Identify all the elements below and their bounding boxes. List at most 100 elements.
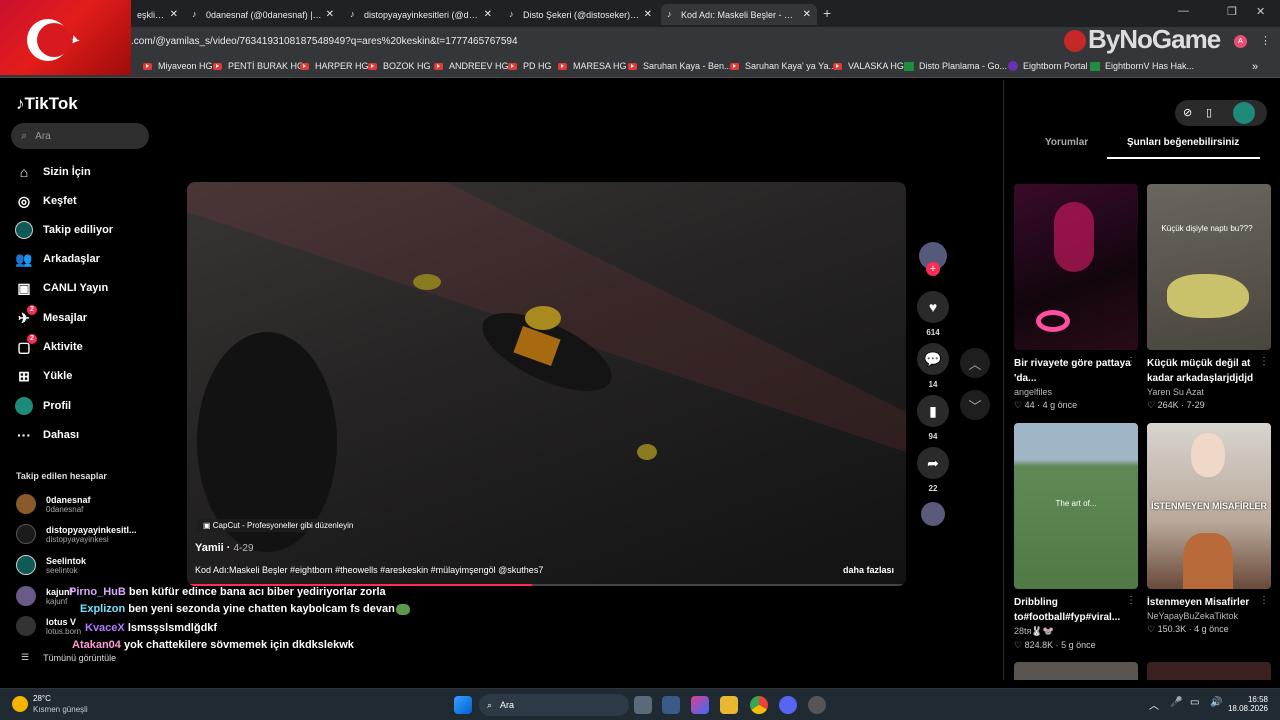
sound-disc[interactable] <box>917 502 949 526</box>
following-account[interactable]: 0danesnaf 0danesnaf <box>16 494 91 514</box>
url-field[interactable]: .com/@yamilas_s/video/763419310818754894… <box>131 36 518 47</box>
video-card[interactable]: The art of... Dribbling to#football#fyp#… <box>1014 423 1138 651</box>
windows-start-icon[interactable] <box>454 696 472 714</box>
bookmark-item[interactable]: Eightborn Portal <box>1008 61 1088 71</box>
close-tab-icon[interactable]: ✕ <box>326 9 334 20</box>
creator-avatar[interactable]: + <box>917 242 949 276</box>
task-view-icon[interactable] <box>634 696 652 714</box>
discord-icon[interactable] <box>779 696 797 714</box>
card-title: Dribbling to#football#fyp#viral... <box>1014 597 1121 623</box>
bookmarks-overflow-icon[interactable]: » <box>1252 61 1258 73</box>
card-more-icon[interactable]: ⋮ <box>1126 595 1136 606</box>
profile-avatar-icon[interactable]: A <box>1234 35 1247 48</box>
capcut-label[interactable]: ▣ CapCut - Profesyoneller gibi düzenleyi… <box>197 519 360 532</box>
bookmark-item[interactable]: Saruhan Kaya' ya Ya... <box>730 61 836 71</box>
video-thumbnail-partial[interactable] <box>1147 662 1271 680</box>
minimize-icon[interactable]: — <box>1178 5 1189 17</box>
follow-plus-icon[interactable]: + <box>926 262 940 276</box>
card-title: Bir rivayete göre pattaya 'da... <box>1014 358 1131 384</box>
previous-video-button[interactable]: ︿ <box>960 348 990 378</box>
heart-outline-icon: ♡ <box>1147 400 1158 410</box>
tab-you-may-like[interactable]: Şunları beğenebilirsiniz <box>1127 137 1239 148</box>
bookmark-item[interactable]: VALASKA HG <box>833 61 904 71</box>
like-button[interactable]: ♥ 614 <box>917 291 949 337</box>
nav-item-upload[interactable]: ⊞ Yükle <box>15 367 72 385</box>
see-all-link[interactable]: ☰ Tümünü görüntüle <box>21 652 116 663</box>
youtube-icon <box>368 62 377 70</box>
bookmark-item[interactable]: HARPER HG <box>300 61 369 71</box>
close-tab-icon[interactable]: ✕ <box>484 9 492 20</box>
following-account[interactable]: kajunf kajunf <box>16 586 73 606</box>
bookmark-item[interactable]: Miyaveon HG <box>143 61 213 71</box>
app-icon[interactable] <box>808 696 826 714</box>
live-icon: ▣ <box>17 279 31 296</box>
profile-avatar-icon[interactable] <box>1233 102 1255 124</box>
weather-icon[interactable] <box>12 696 28 712</box>
close-tab-icon[interactable]: ✕ <box>170 9 178 20</box>
microphone-icon[interactable]: 🎤 <box>1170 697 1182 708</box>
card-more-icon[interactable]: ⋮ <box>1259 356 1269 367</box>
next-video-button[interactable]: ﹀ <box>960 390 990 420</box>
file-explorer-icon[interactable] <box>720 696 738 714</box>
browser-menu-icon[interactable]: ⋮ <box>1260 34 1271 47</box>
bookmark-item[interactable]: PENTİ BURAK HG <box>213 61 304 71</box>
account-name: distopyayayinkesitl... <box>46 524 137 535</box>
nav-item-for-you[interactable]: ⌂ Sizin İçin <box>15 163 91 181</box>
video-thumbnail-partial[interactable] <box>1014 662 1138 680</box>
following-account[interactable]: distopyayayinkesitl... distopyayayinkesi <box>16 524 137 544</box>
nav-item-more[interactable]: ··· Dahası <box>15 426 79 444</box>
new-tab-icon[interactable]: + <box>823 5 831 21</box>
nav-item-live[interactable]: ▣ CANLI Yayın <box>15 279 108 297</box>
nav-item-explore[interactable]: ◎ Keşfet <box>15 192 77 210</box>
close-tab-icon[interactable]: ✕ <box>644 9 652 20</box>
network-icon[interactable]: ▭ <box>1190 697 1199 708</box>
video-author[interactable]: Yamii · 4-29 <box>195 542 254 554</box>
video-card[interactable]: Küçük dişiyle naptı bu??? Küçük müçük de… <box>1147 184 1271 411</box>
bookmark-item[interactable]: PD HG <box>508 61 552 71</box>
tab-comments[interactable]: Yorumlar <box>1045 137 1088 148</box>
video-card[interactable]: İSTENMEYEN MİSAFİRLER İstenmeyen Misafir… <box>1147 423 1271 635</box>
share-button[interactable]: ➦ 22 <box>917 447 949 493</box>
phone-icon[interactable]: ▯ <box>1206 106 1212 119</box>
card-more-icon[interactable]: ⋮ <box>1126 356 1136 367</box>
browser-tab[interactable]: ♪ 0danesnaf (@0danesnaf) | TikTok ✕ <box>186 4 340 25</box>
volume-icon[interactable]: 🔊 <box>1210 697 1222 708</box>
video-card[interactable]: Bir rivayete göre pattaya 'da... angelfi… <box>1014 184 1138 411</box>
copilot-icon[interactable] <box>691 696 709 714</box>
close-window-icon[interactable]: ✕ <box>1256 5 1265 18</box>
see-more-link[interactable]: daha fazlası <box>843 565 894 575</box>
bookmark-item[interactable]: EightbornV Has Hak... <box>1090 61 1194 71</box>
save-button[interactable]: ▮ 94 <box>917 395 949 441</box>
following-account[interactable]: lotus Vlotus.born <box>16 616 81 636</box>
store-icon[interactable] <box>662 696 680 714</box>
tiktok-logo[interactable]: ♪TikTok <box>16 94 78 114</box>
browser-tab[interactable]: ♪ distopyayayinkesitleri (@distop ✕ <box>344 4 498 25</box>
taskbar-clock[interactable]: 16:58 18.08.2026 <box>1226 695 1268 713</box>
nav-item-profile[interactable]: Profil <box>15 397 71 415</box>
taskbar-search[interactable]: ⌕ Ara <box>479 694 629 716</box>
compass-icon[interactable]: ⊘ <box>1183 106 1192 119</box>
heart-icon: ♥ <box>917 291 949 323</box>
bookmark-item[interactable]: MARESA HG <box>558 61 627 71</box>
chrome-icon[interactable] <box>750 696 768 714</box>
card-more-icon[interactable]: ⋮ <box>1259 595 1269 606</box>
bookmark-item[interactable]: Disto Planlama - Go... <box>904 61 1007 71</box>
browser-tab[interactable]: eşkli flö ✕ <box>131 4 184 25</box>
tray-chevron-icon[interactable]: ︿ <box>1149 697 1159 712</box>
video-player[interactable]: ▣ CapCut - Profesyoneller gibi düzenleyi… <box>187 182 906 586</box>
nav-item-friends[interactable]: 👥 Arkadaşlar <box>15 250 100 268</box>
bookmark-item[interactable]: BOZOK HG <box>368 61 431 71</box>
maximize-icon[interactable]: ❐ <box>1227 5 1237 18</box>
bookmark-item[interactable]: Saruhan Kaya - Ben... <box>628 61 732 71</box>
nav-item-activity[interactable]: ▢ 2 Aktivite <box>15 334 83 356</box>
following-account[interactable]: Seelintok seelintok <box>16 555 86 575</box>
bookmark-label: ANDREEV HG <box>449 61 509 71</box>
browser-tab[interactable]: ♪ Disto Şekeri (@distoseker) | Tik ✕ <box>503 4 658 25</box>
close-tab-icon[interactable]: ✕ <box>803 9 811 20</box>
browser-tab-active[interactable]: ♪ Kod Adı: Maskeli Beşler - Eighth ✕ <box>661 4 817 25</box>
comment-button[interactable]: 💬 14 <box>917 343 949 389</box>
nav-item-following[interactable]: Takip ediliyor <box>15 221 113 239</box>
bookmark-item[interactable]: ANDREEV HG <box>434 61 509 71</box>
search-input[interactable]: ⌕ Ara <box>11 123 149 149</box>
nav-item-messages[interactable]: ✈ 2 Mesajlar <box>15 305 87 327</box>
